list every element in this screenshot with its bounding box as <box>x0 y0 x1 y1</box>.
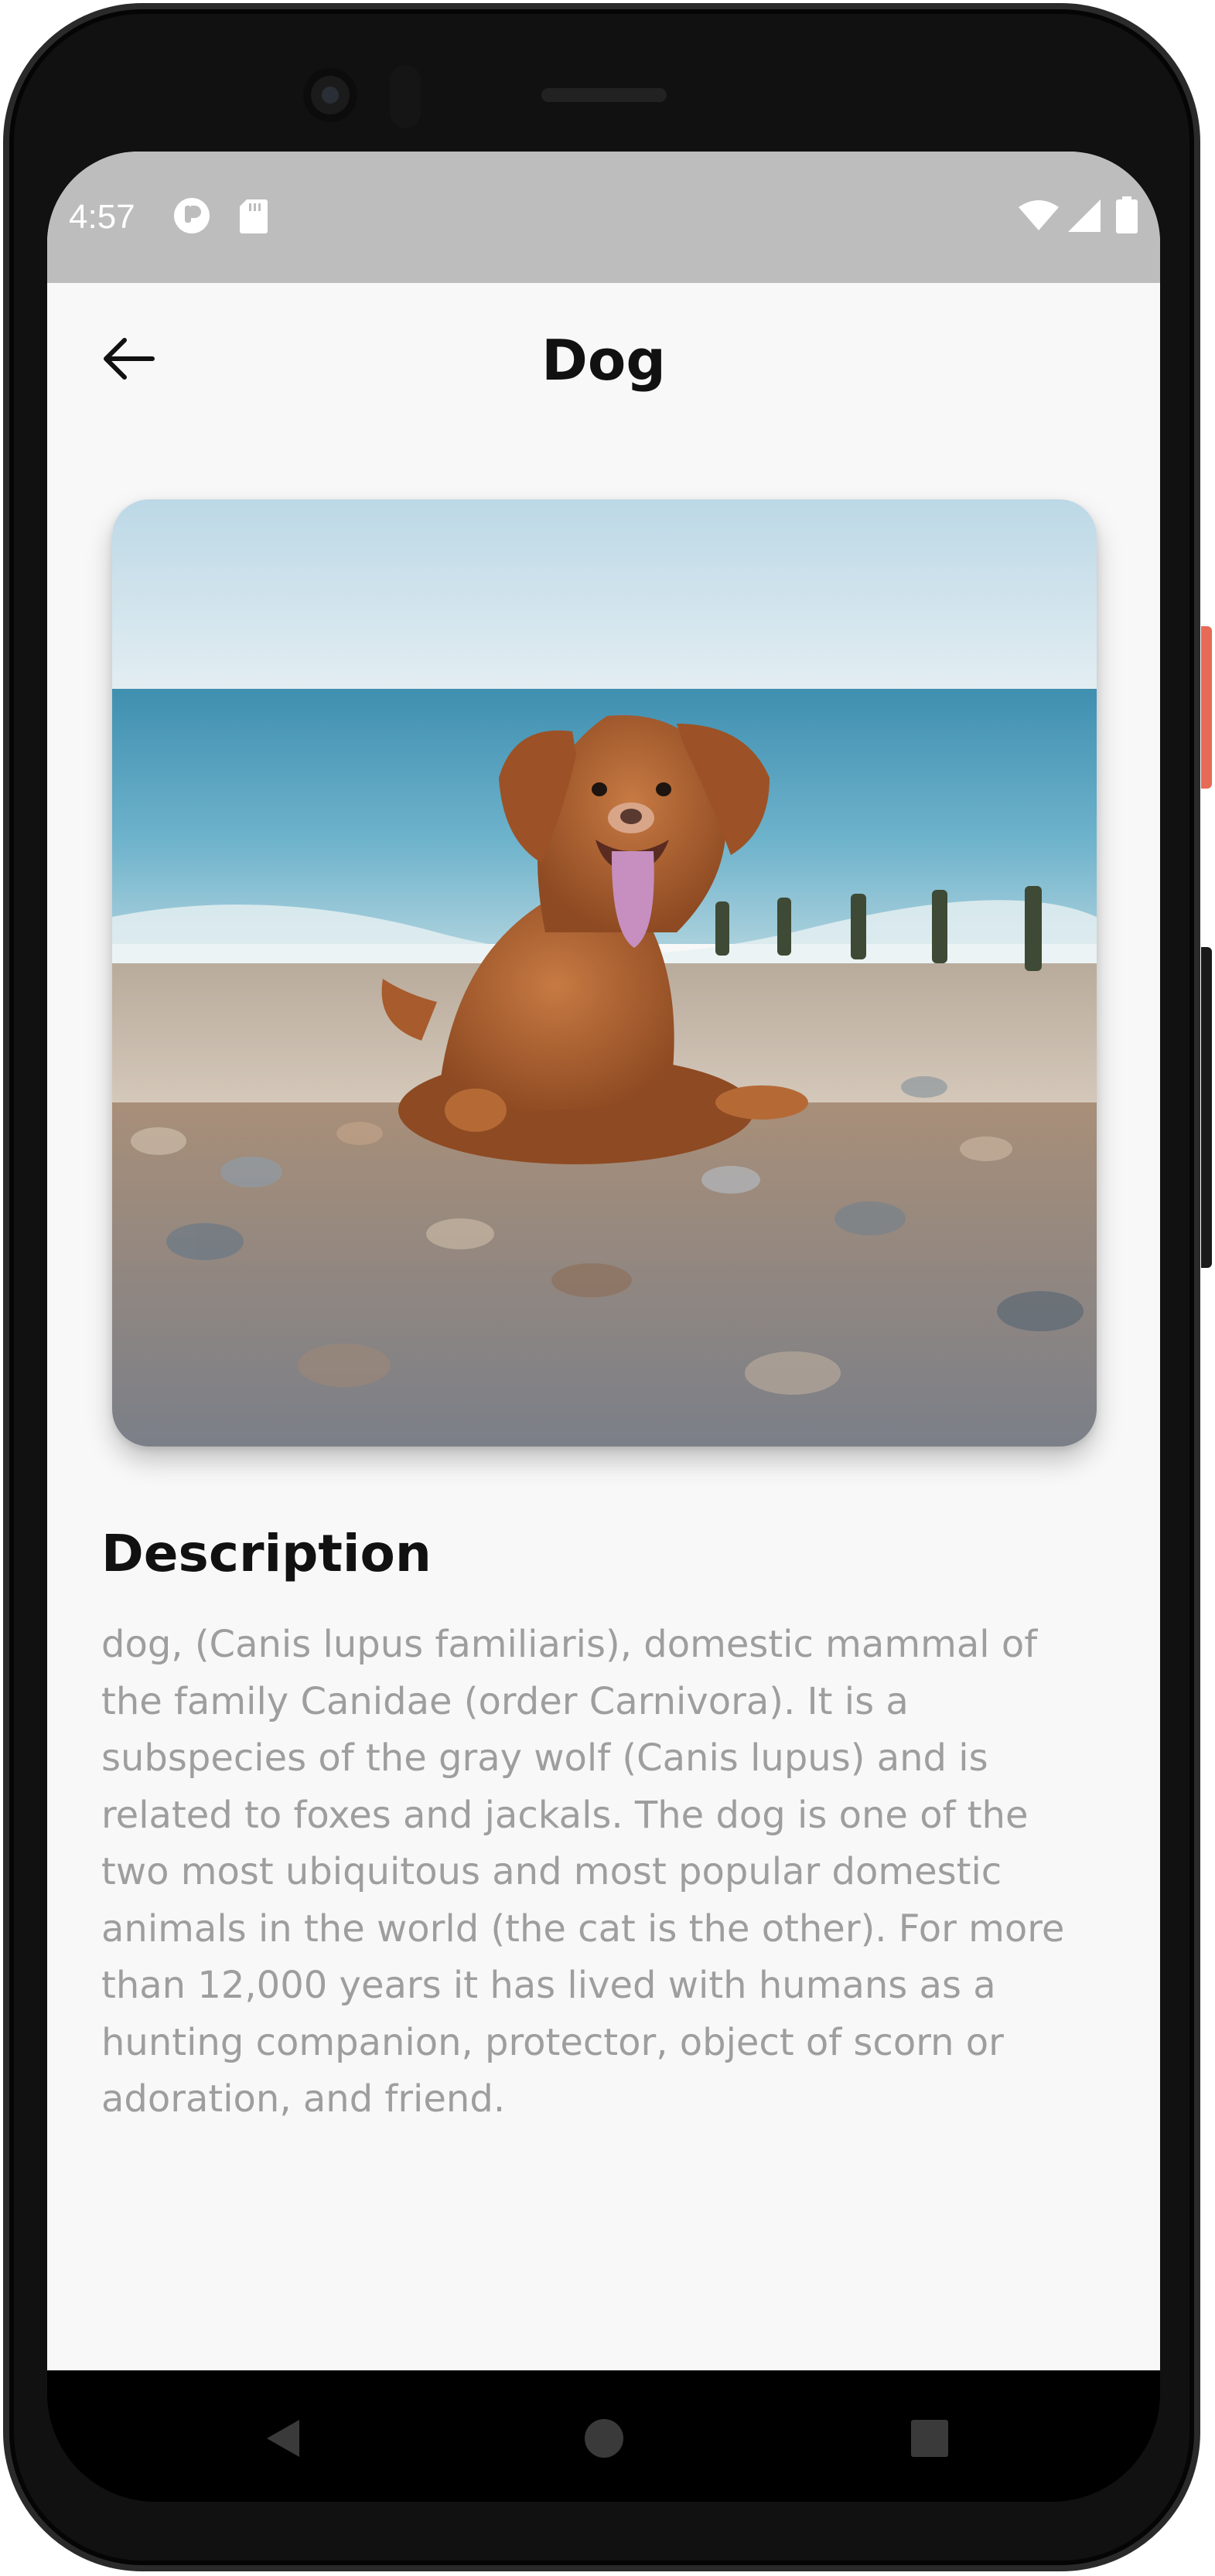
recents-square-icon <box>910 2418 950 2462</box>
app-screen: 4:57 Dog Description dog, (Canis lupus f… <box>47 152 1160 2370</box>
description-line: subspecies of the gray wolf (Canis lupus… <box>101 1736 988 1780</box>
earpiece-speaker <box>541 88 667 102</box>
description-line: adoration, and friend. <box>101 2077 506 2121</box>
nav-back-button[interactable] <box>252 2409 314 2471</box>
wifi-icon <box>1018 199 1060 235</box>
navigation-bar <box>47 2370 1160 2502</box>
description-line: dog, (Canis lupus familiaris), domestic … <box>101 1623 1038 1666</box>
app-notification-icon <box>172 196 211 238</box>
page-title: Dog <box>541 328 666 393</box>
status-bar: 4:57 <box>47 152 1160 283</box>
app-bar: Dog <box>47 283 1160 438</box>
front-camera <box>303 68 357 122</box>
back-triangle-icon <box>264 2417 302 2463</box>
status-time: 4:57 <box>69 198 135 236</box>
description-heading: Description <box>101 1524 432 1583</box>
description-text: dog, (Canis lupus familiaris), domestic … <box>101 1617 1130 2128</box>
nav-home-button[interactable] <box>573 2409 635 2471</box>
description-line: related to foxes and jackals. The dog is… <box>101 1793 1029 1837</box>
description-line: two most ubiquitous and most popular dom… <box>101 1850 1002 1893</box>
description-line: hunting companion, protector, object of … <box>101 2020 1004 2064</box>
volume-button <box>1201 947 1212 1268</box>
cell-signal-icon <box>1067 198 1102 237</box>
description-line: the family Canidae (order Carnivora). It… <box>101 1679 909 1723</box>
home-circle-icon <box>583 2418 625 2462</box>
dog-photo <box>112 499 1097 1446</box>
battery-icon <box>1116 196 1138 237</box>
description-line: animals in the world (the cat is the oth… <box>101 1906 1065 1951</box>
proximity-sensor <box>390 65 421 128</box>
sd-card-icon <box>239 198 268 237</box>
nav-recents-button[interactable] <box>899 2409 961 2471</box>
description-line: than 12,000 years it has lived with huma… <box>101 1964 996 2007</box>
power-button <box>1201 626 1212 789</box>
